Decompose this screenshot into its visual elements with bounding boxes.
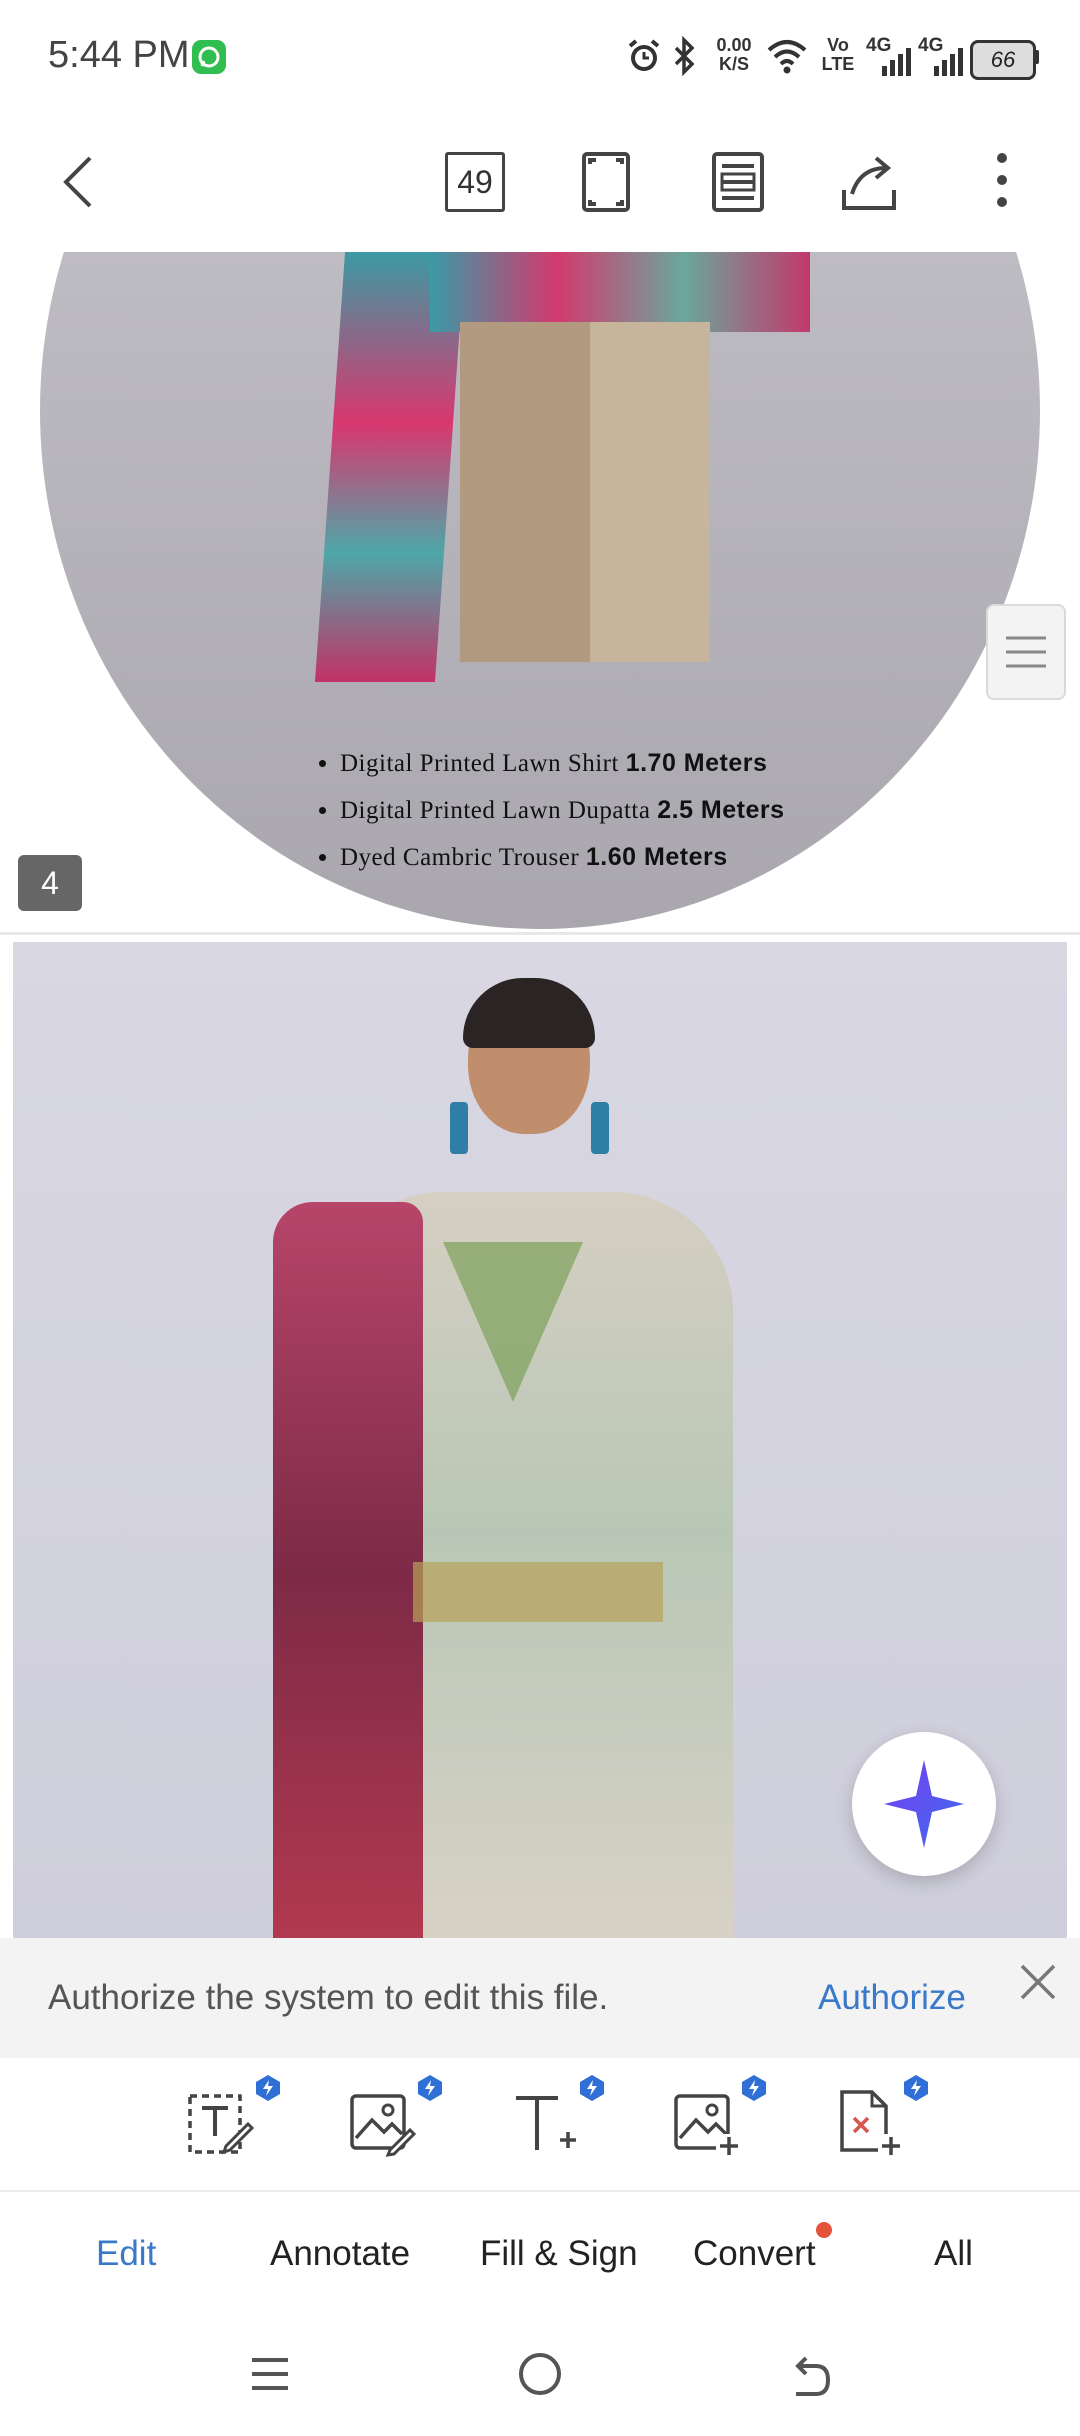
bluetooth-icon (670, 35, 700, 77)
back-nav-button[interactable] (786, 2352, 834, 2400)
add-text-icon (516, 2096, 576, 2150)
signal-icon-2: 4G (918, 36, 964, 76)
document-view[interactable]: Digital Printed Lawn Shirt 1.70 Meters D… (0, 252, 1080, 1938)
volte-bottom: LTE (821, 54, 855, 74)
signal-icon-1: 4G (866, 36, 912, 76)
fabric-item-text: Digital Printed Lawn Dupatta (340, 797, 658, 824)
menu-icon (252, 2358, 288, 2390)
fabric-list: Digital Printed Lawn Shirt 1.70 Meters D… (300, 749, 900, 890)
battery-level: 66 (990, 47, 1016, 72)
edit-text-icon (188, 2094, 255, 2155)
tab-fill-sign[interactable]: Fill & Sign (480, 2234, 638, 2274)
scroll-handle[interactable] (986, 604, 1066, 700)
page-layout-button[interactable] (706, 150, 770, 214)
insert-page-icon (840, 2090, 902, 2158)
sparkle-icon (884, 1760, 964, 1848)
volte-top: Vo (827, 35, 849, 55)
authorize-message: Authorize the system to edit this file. (48, 1978, 609, 2017)
earring-right (591, 1102, 609, 1154)
tab-edit[interactable]: Edit (96, 2234, 156, 2274)
trouser-right (590, 322, 710, 662)
add-text-tool[interactable] (510, 2088, 580, 2158)
share-button[interactable] (838, 150, 902, 214)
page-count-button[interactable]: 49 (445, 152, 505, 212)
more-button[interactable] (970, 150, 1034, 214)
fabric-item: Digital Printed Lawn Dupatta 2.5 Meters (340, 796, 900, 825)
convert-notification-dot (816, 2222, 832, 2238)
trouser-left (460, 322, 590, 662)
fullscreen-button[interactable] (574, 150, 638, 214)
net-speed: 0.00 K/S (706, 36, 762, 74)
bolt-badge-icon (418, 2075, 442, 2101)
earring-left (450, 1102, 468, 1154)
model-hair (463, 978, 595, 1048)
pro-badge (902, 2074, 930, 2102)
fabric-item-value: 1.60 Meters (585, 843, 728, 871)
battery-tip (1034, 50, 1039, 64)
authorize-button[interactable]: Authorize (818, 1978, 966, 2018)
tab-convert[interactable]: Convert (693, 2234, 816, 2274)
recents-button[interactable] (248, 2352, 292, 2396)
back-button[interactable] (50, 150, 114, 214)
back-arrow-icon (795, 2356, 831, 2396)
model-dupatta (273, 1202, 423, 1938)
edit-image-tool[interactable] (348, 2088, 418, 2158)
bolt-badge-icon (904, 2075, 928, 2101)
fabric-item-value: 2.5 Meters (657, 796, 785, 824)
fullscreen-icon (582, 152, 630, 212)
pro-badge (740, 2074, 768, 2102)
battery-icon: 66 (970, 40, 1036, 80)
page-number-badge: 4 (18, 855, 82, 911)
fabric-item-text: Dyed Cambric Trouser (340, 844, 586, 871)
fabric-item: Digital Printed Lawn Shirt 1.70 Meters (340, 749, 900, 778)
dress-border (413, 1562, 663, 1622)
tab-annotate[interactable]: Annotate (270, 2234, 410, 2274)
edit-text-tool[interactable] (186, 2088, 256, 2158)
net-speed-unit: K/S (718, 54, 749, 74)
insert-page-tool[interactable] (834, 2088, 904, 2158)
fabric-item-value: 1.70 Meters (625, 749, 768, 777)
banner-close-button[interactable] (1016, 1960, 1060, 2004)
bolt-badge-icon (256, 2075, 280, 2101)
top-toolbar (0, 118, 1080, 254)
pro-badge (416, 2074, 444, 2102)
pro-badge (254, 2074, 282, 2102)
bolt-badge-icon (742, 2075, 766, 2101)
fabric-item: Dyed Cambric Trouser 1.60 Meters (340, 843, 900, 872)
tab-all[interactable]: All (934, 2234, 973, 2274)
add-image-tool[interactable] (672, 2088, 742, 2158)
scroll-handle-icon (1006, 636, 1046, 668)
net-speed-value: 0.00 (716, 35, 752, 55)
status-time: 5:44 PM (48, 34, 190, 76)
back-icon (63, 156, 92, 208)
page-divider (0, 932, 1080, 935)
wifi-icon (766, 36, 808, 76)
add-image-icon (674, 2094, 740, 2158)
whatsapp-icon (192, 40, 226, 74)
edit-image-icon (350, 2094, 417, 2157)
close-icon (1020, 1964, 1056, 2000)
home-button[interactable] (516, 2350, 564, 2398)
shirt-fabric (430, 252, 810, 332)
ai-assistant-button[interactable] (852, 1732, 996, 1876)
volte-indicator: Vo LTE (812, 36, 864, 74)
fabric-item-text: Digital Printed Lawn Shirt (340, 750, 626, 777)
home-icon (519, 2353, 561, 2395)
page-layout-icon (712, 152, 764, 212)
alarm-icon (624, 36, 664, 76)
pro-badge (578, 2074, 606, 2102)
bolt-badge-icon (580, 2075, 604, 2101)
share-icon (842, 156, 896, 210)
more-icon (997, 153, 1007, 207)
